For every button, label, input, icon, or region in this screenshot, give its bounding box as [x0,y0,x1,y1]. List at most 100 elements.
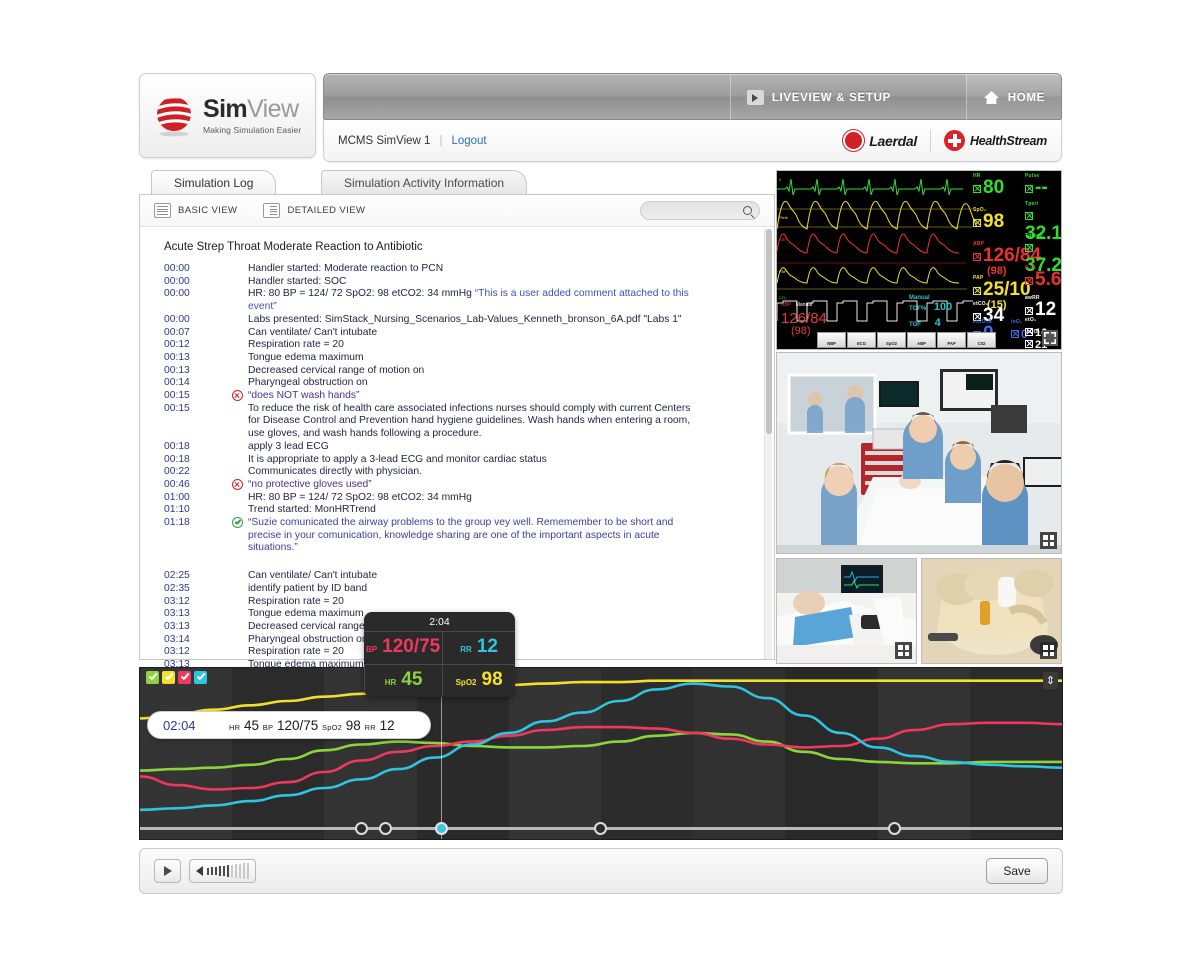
log-entry-row[interactable]: 00:46 “no protective gloves used” [164,478,774,492]
log-entry-row[interactable]: 00:00 Labs presented: SimStack_Nursing_Sc… [164,314,774,327]
logout-link[interactable]: Logout [451,135,486,147]
log-entry-row[interactable]: 00:13 Tongue edema maximum [164,352,774,365]
monitor-button-spo2[interactable]: SpO2 [877,332,906,348]
volume-bar[interactable] [227,865,229,877]
vitals-cell-value: 98 [481,669,503,690]
nav-home[interactable]: HOME [965,74,1061,121]
trend-legend-checkbox-spo2[interactable] [162,671,175,684]
account-bar: MCMS SimView 1 | Logout Laerdal HealthSt… [323,120,1062,162]
monitor-expand-icon[interactable] [1042,330,1058,346]
monitor-button-row[interactable]: NBP ECG SpO2 ABP PAP C02 [817,332,996,348]
tab-simulation-activity-label: Simulation Activity Information [344,176,505,190]
volume-bar[interactable] [243,863,245,879]
volume-bar[interactable] [215,866,217,876]
log-entry-row[interactable]: 00:18 It is appropriate to apply a 3-lead… [164,454,774,467]
log-entry-row[interactable]: 01:00 HR: 80 BP = 124/ 72 SpO2: 98 etCO2:… [164,492,774,505]
log-scrollbar[interactable] [764,229,772,659]
log-entry-time: 03:13 [164,608,190,620]
vitals-trend-chart[interactable]: ⇕ [139,667,1063,840]
basic-view-button[interactable]: BASIC VIEW [154,203,237,218]
log-entry-time: 00:13 [164,364,190,376]
monitor-readout-label: Tperi [1025,201,1039,207]
volume-bar[interactable] [235,864,237,878]
play-button[interactable] [154,859,181,883]
log-entry-row[interactable]: 03:12 Respiration rate = 20 [164,596,774,609]
video-thumb-2[interactable] [921,558,1062,664]
selected-rr-value: 12 [379,717,395,733]
simview-globe-icon [153,94,197,138]
trend-legend-checkbox-bp[interactable] [178,671,191,684]
log-scrollbar-thumb[interactable] [766,229,772,434]
volume-bar[interactable] [211,867,213,875]
alarm-off-icon [1025,184,1033,193]
search-input[interactable] [640,201,760,220]
monitor-tof-pct-label: TOF% [909,306,927,312]
volume-bar[interactable] [231,864,233,878]
volume-bar[interactable] [247,863,249,879]
log-entry-mark-empty [226,570,248,583]
monitor-button-pap[interactable]: PAP [937,332,966,348]
log-entry-row[interactable]: 00:15 To reduce the risk of health care a… [164,403,774,441]
log-entry-mark-empty [226,596,248,609]
trend-legend-checkbox-rr[interactable] [194,671,207,684]
video-main-expand-icon[interactable] [1040,532,1057,549]
log-entry-row[interactable]: 00:15 “does NOT wash hands” [164,390,774,403]
log-entry-mark-empty [226,608,248,621]
video-thumb-1-expand-icon[interactable] [895,642,912,659]
tab-simulation-activity-information[interactable]: Simulation Activity Information [321,170,528,195]
log-entry-text: Trend started: MonHRTrend [248,504,376,516]
video-main[interactable] [776,352,1062,554]
log-entry-row[interactable]: 01:10 Trend started: MonHRTrend [164,504,774,517]
log-entry-row[interactable]: 02:25 Can ventilate/ Can't intubate [164,570,774,583]
tab-simulation-log[interactable]: Simulation Log [151,170,277,195]
video-thumb-1[interactable] [776,558,917,664]
log-entry-row[interactable]: 00:00 Handler started: SOC [164,276,774,289]
volume-bar[interactable] [219,866,221,876]
log-entry-row[interactable]: 01:18 “Suzie comunicated the airway probl… [164,517,774,555]
monitor-button-c02[interactable]: C02 [967,332,996,348]
save-button[interactable]: Save [986,858,1048,884]
volume-bar[interactable] [239,863,241,879]
log-entry-row[interactable]: 00:18 apply 3 lead ECG [164,441,774,454]
log-entry-time: 03:13 [164,620,190,632]
detailed-view-button[interactable]: DETAILED VIEW [263,203,365,218]
log-entry-row[interactable]: 00:14 Pharyngeal obstruction on [164,377,774,390]
monitor-readout-label: etO₂ [1025,317,1037,323]
video-thumb-2-expand-icon[interactable] [1040,642,1057,659]
laerdal-logo: Laerdal [843,130,917,151]
monitor-button-abp[interactable]: ABP [907,332,936,348]
ok-mark-icon [226,517,248,555]
trend-legend[interactable] [146,671,207,684]
volume-bar[interactable] [207,867,209,875]
monitor-button-ecg[interactable]: ECG [847,332,876,348]
log-entry-row[interactable]: 00:12 Respiration rate = 20 [164,339,774,352]
logo-sim: Sim [203,94,248,123]
log-entry-row[interactable]: 00:13 Decreased cervical range of motion … [164,365,774,378]
log-entry-row[interactable]: 02:35 identify patient by ID band [164,583,774,596]
svg-text:Pleth: Pleth [779,215,788,220]
list-icon [154,203,171,218]
trend-resize-handle[interactable]: ⇕ [1043,672,1058,689]
volume-bar[interactable] [223,865,225,877]
log-entry-mark-empty [226,377,248,390]
selected-log-row[interactable]: 02:04 HR 45 BP 120/75 SpO2 98 RR 12 [147,711,431,739]
log-entry-mark-empty [226,339,248,352]
log-entry-text: HR: 80 BP = 124/ 72 SpO2: 98 etCO2: 34 m… [248,491,472,503]
volume-control[interactable] [189,859,256,883]
log-entry-mark-empty [226,288,248,313]
log-entry-row[interactable]: 00:22 Communicates directly with physicia… [164,466,774,479]
log-view-toolbar: BASIC VIEW DETAILED VIEW [140,195,774,227]
nav-liveview-setup[interactable]: LIVEVIEW & SETUP [729,74,907,121]
log-entry-row[interactable]: 00:07 Can ventilate/ Can't intubate [164,327,774,340]
logo-tagline: Making Simulation Easier [203,124,302,135]
log-entry-mark-empty [226,365,248,378]
trend-marker-3[interactable] [594,822,608,835]
monitor-button-nbp[interactable]: NBP [817,332,846,348]
trend-legend-checkbox-hr[interactable] [146,671,159,684]
log-entry-row[interactable]: 00:00 HR: 80 BP = 124/ 72 SpO2: 98 etCO2:… [164,288,774,313]
svg-text:ABP: ABP [779,237,787,242]
monitor-readout-label: Tblood [1025,233,1043,239]
patient-monitor-panel[interactable]: II Pleth ABP PAP CO₂ HR 80 SpO₂ 98 ABP 126/84… [776,170,1062,350]
trend-marker-2[interactable] [434,822,448,835]
log-entry-row[interactable]: 00:00 Handler started: Moderate reaction … [164,263,774,276]
